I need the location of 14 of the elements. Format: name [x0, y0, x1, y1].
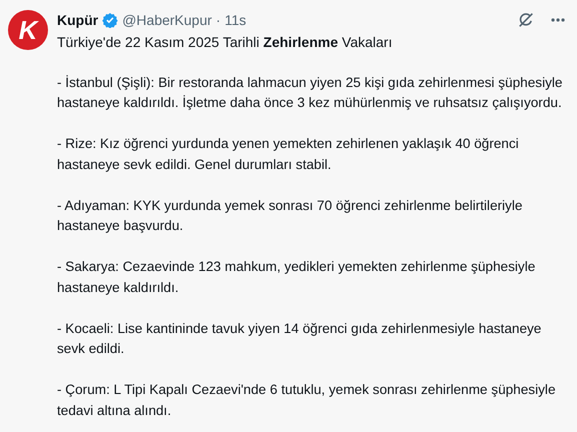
more-icon[interactable] [551, 18, 565, 22]
post-paragraph: - Çorum: L Tipi Kapalı Cezaevi'nde 6 tutuklu, yemek sonrası zehirlenme şüphesiyle tedavi altına alındı. [57, 381, 557, 420]
avatar[interactable]: K [8, 10, 48, 50]
post-paragraph: - Rize: Kız öğrenci yurdunda yenen yemekten zehirlenen yaklaşık 40 öğrenci hastaneye sevk edildi. Genel durumları stabil. [57, 135, 520, 174]
post-paragraph: - Adıyaman: KYK yurdunda yemek sonrası 70 öğrenci zehirlenme belirtileriyle hastaneye başvurdu. [57, 196, 524, 235]
post-title: Türkiye'de 22 Kasım 2025 Tarihli Zehirlenme Vakaları [57, 33, 394, 52]
separator: · [216, 12, 221, 28]
post-paragraph: - Kocaeli: Lise kantininde tavuk yiyen 14 öğrenci gıda zehirlenmesiyle hastaneye sevk edildi. [57, 320, 542, 358]
post-time[interactable]: 11s [224, 12, 246, 28]
author-name[interactable]: Kupür [57, 12, 98, 28]
author-handle[interactable]: @HaberKupur [122, 12, 212, 28]
post-paragraph: - İstanbul (Şişli): Bir restoranda lahmacun yiyen 25 kişi gıda zehirlenmesi şüphesiyle hastaneye kaldırıldı. İşletme daha önce 3 kez mühürlenmiş ve ruhsatsız çalışıyordu. [57, 74, 564, 112]
slashed-circle-icon[interactable] [517, 11, 535, 29]
post-paragraph: - Sakarya: Cezaevinde 123 mahkum, yedikleri yemekten zehirlenme şüphesiyle hastaneye kaldırıldı. [57, 258, 536, 297]
